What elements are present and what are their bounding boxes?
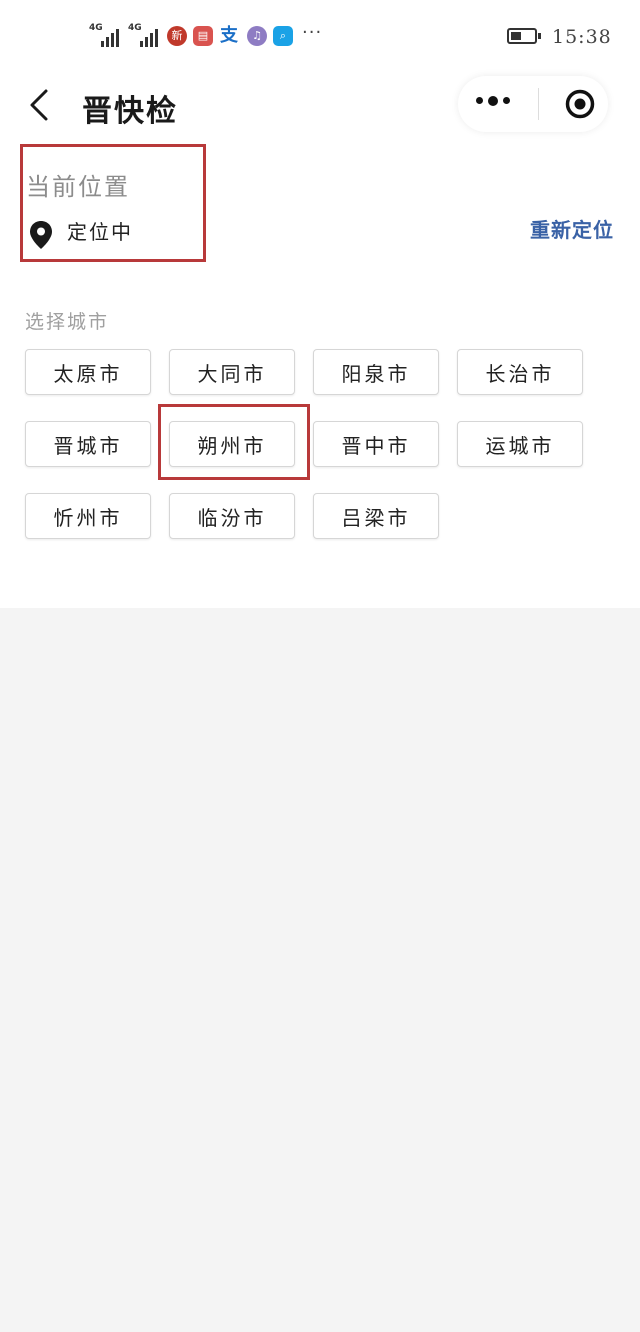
- status-bar: 4G 4G 新 ▤ 支 ♫ ⌕ ··· 15:38: [0, 0, 640, 72]
- location-status: 定位中: [67, 220, 133, 244]
- signal-icon: 4G: [128, 23, 158, 47]
- city-button[interactable]: 临汾市: [169, 493, 295, 539]
- reader-app-icon: ▤: [193, 26, 213, 46]
- city-button[interactable]: 太原市: [25, 349, 151, 395]
- city-button[interactable]: 晋城市: [25, 421, 151, 467]
- current-location-label: 当前位置: [26, 173, 130, 201]
- select-city-label: 选择城市: [25, 311, 110, 333]
- mini-program-capsule: [458, 76, 608, 132]
- city-button[interactable]: 阳泉市: [313, 349, 439, 395]
- close-mini-program-button[interactable]: [565, 89, 595, 119]
- back-button[interactable]: [26, 88, 52, 122]
- location-pin-icon: [29, 220, 53, 250]
- battery-icon: [507, 28, 541, 44]
- city-button[interactable]: 忻州市: [25, 493, 151, 539]
- relocate-link[interactable]: 重新定位: [530, 214, 614, 243]
- city-highlight-box: [158, 404, 310, 480]
- city-button[interactable]: 运城市: [457, 421, 583, 467]
- city-button[interactable]: 吕梁市: [313, 493, 439, 539]
- city-button[interactable]: 晋中市: [313, 421, 439, 467]
- city-button[interactable]: 大同市: [169, 349, 295, 395]
- page-title: 晋快检: [82, 94, 178, 129]
- music-app-icon: ♫: [247, 26, 267, 46]
- more-menu-button[interactable]: [476, 95, 510, 106]
- city-button[interactable]: 长治市: [457, 349, 583, 395]
- target-close-icon: [565, 89, 595, 119]
- more-notifications-icon: ···: [302, 22, 323, 43]
- alipay-icon: 支: [220, 25, 238, 46]
- clock: 15:38: [552, 26, 612, 48]
- signal-icon: 4G: [89, 23, 119, 47]
- back-arrow-icon: [30, 89, 48, 121]
- network-type: 4G: [89, 23, 103, 33]
- network-type: 4G: [128, 23, 142, 33]
- news-app-icon: 新: [167, 26, 187, 46]
- search-app-icon: ⌕: [273, 26, 293, 46]
- capsule-divider: [538, 88, 539, 120]
